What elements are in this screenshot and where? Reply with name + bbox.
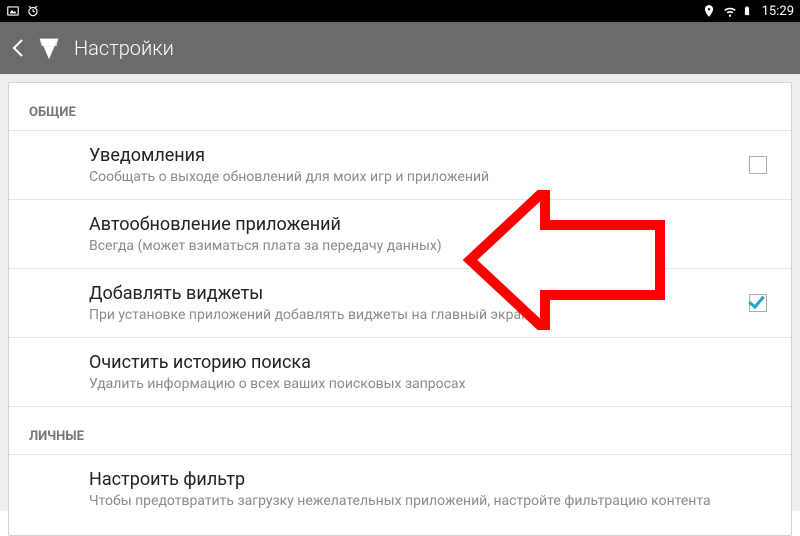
setting-sub: Чтобы предотвратить загрузку нежелательн… xyxy=(89,493,767,509)
setting-title: Настроить фильтр xyxy=(89,469,767,490)
gallery-icon xyxy=(6,4,20,18)
app-bar: Настройки xyxy=(0,22,800,74)
setting-notifications[interactable]: Уведомления Сообщать о выходе обновлений… xyxy=(9,130,791,199)
setting-clear-search[interactable]: Очистить историю поиска Удалить информац… xyxy=(9,337,791,406)
setting-title: Добавлять виджеты xyxy=(89,283,749,304)
section-header-general: ОБЩИЕ xyxy=(9,83,791,130)
checkbox-notifications[interactable] xyxy=(749,156,767,174)
play-store-icon[interactable] xyxy=(34,33,64,63)
checkbox-add-widgets[interactable] xyxy=(749,294,767,312)
setting-title: Очистить историю поиска xyxy=(89,352,767,373)
settings-card: ОБЩИЕ Уведомления Сообщать о выходе обно… xyxy=(8,82,792,536)
setting-title: Уведомления xyxy=(89,145,749,166)
alarm-icon xyxy=(26,4,40,18)
setting-add-widgets[interactable]: Добавлять виджеты При установке приложен… xyxy=(9,268,791,337)
status-time: 15:29 xyxy=(762,4,794,19)
setting-title: Автообновление приложений xyxy=(89,214,767,235)
page-title: Настройки xyxy=(74,36,174,60)
section-header-personal: ЛИЧНЫЕ xyxy=(9,406,791,454)
setting-sub: Сообщать о выходе обновлений для моих иг… xyxy=(89,169,749,185)
setting-sub: При установке приложений добавлять видже… xyxy=(89,307,749,323)
battery-icon xyxy=(742,4,756,18)
setting-content-filter[interactable]: Настроить фильтр Чтобы предотвратить заг… xyxy=(9,454,791,523)
setting-sub: Удалить информацию о всех ваших поисковы… xyxy=(89,376,767,392)
wifi-icon xyxy=(722,4,736,18)
setting-sub: Всегда (может взиматься плата за передач… xyxy=(89,238,767,254)
status-bar: 15:29 xyxy=(0,0,800,22)
location-icon xyxy=(702,4,716,18)
setting-auto-update[interactable]: Автообновление приложений Всегда (может … xyxy=(9,199,791,268)
back-icon[interactable] xyxy=(12,38,24,58)
content-area: ОБЩИЕ Уведомления Сообщать о выходе обно… xyxy=(0,74,800,511)
